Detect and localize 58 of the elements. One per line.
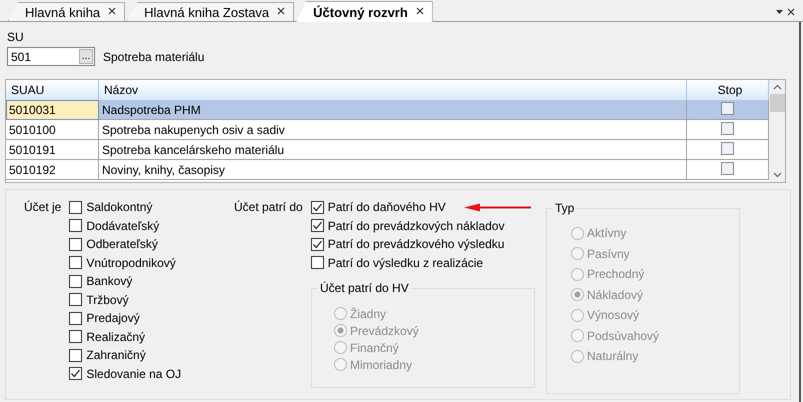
- browse-button[interactable]: ...: [79, 49, 93, 64]
- group-label: Účet patrí do: [234, 200, 303, 216]
- checkbox[interactable]: [69, 312, 82, 324]
- checkbox[interactable]: [721, 102, 734, 118]
- checkbox[interactable]: [69, 348, 82, 362]
- checkbox-label[interactable]: Realizačný: [86, 330, 146, 344]
- checkbox-label[interactable]: Patrí do prevádzkového výsledku: [328, 237, 504, 251]
- checkbox[interactable]: [69, 330, 82, 343]
- close-icon[interactable]: [787, 8, 795, 16]
- checkbox-label[interactable]: Patrí do prevádzkových nákladov: [328, 218, 504, 232]
- checkbox-label[interactable]: Saldokontný: [86, 200, 152, 214]
- dropdown-icon[interactable]: [776, 10, 783, 14]
- checkbox[interactable]: [69, 238, 82, 250]
- checkbox[interactable]: [721, 122, 734, 138]
- table-cell: 5010192: [6, 160, 99, 180]
- tab[interactable]: Hlavná kniha Zostava: [127, 2, 294, 21]
- checkbox[interactable]: [310, 200, 324, 214]
- checkbox-label[interactable]: Zahraničný: [86, 348, 146, 362]
- table-cell: 5010031: [6, 100, 99, 120]
- checkbox[interactable]: [721, 162, 734, 178]
- checkbox[interactable]: [69, 219, 82, 232]
- column-header[interactable]: Stop: [687, 80, 769, 101]
- checkbox[interactable]: [69, 293, 82, 306]
- checkbox-label[interactable]: Sledovanie na OJ: [86, 366, 182, 380]
- checkbox[interactable]: [69, 256, 82, 269]
- checkbox[interactable]: [310, 256, 324, 269]
- checkbox-label[interactable]: Odberateľský: [86, 237, 158, 251]
- checkbox-label[interactable]: Bankový: [86, 274, 132, 288]
- column-header[interactable]: Názov: [99, 80, 687, 101]
- field-label: SU: [7, 30, 25, 44]
- checkbox[interactable]: [69, 367, 82, 380]
- group-title: Typ: [553, 201, 576, 215]
- scrollbar-thumb[interactable]: [770, 94, 784, 112]
- table-cell: Spotreba kancelárskeho materiálu: [99, 140, 687, 160]
- checkbox[interactable]: [721, 142, 734, 158]
- checkbox[interactable]: [69, 200, 82, 214]
- table-cell: 5010191: [6, 140, 99, 160]
- tab[interactable]: Účtovný rozvrh: [296, 1, 433, 22]
- table-cell: Spotreba nakupenych osiv a sadiv: [99, 120, 687, 140]
- checkbox[interactable]: [310, 238, 324, 250]
- scrollbar[interactable]: [769, 80, 785, 182]
- column-header[interactable]: SUAU: [6, 80, 99, 101]
- table-cell: Nadspotreba PHM: [99, 100, 687, 120]
- checkbox-label[interactable]: Patrí do daňového HV: [328, 200, 446, 214]
- input-field[interactable]: 501 ...: [7, 47, 95, 66]
- checkbox[interactable]: [69, 274, 82, 288]
- checkbox[interactable]: [310, 219, 324, 232]
- tab[interactable]: Hlavná kniha: [8, 2, 126, 21]
- checkbox-label[interactable]: Predajový: [86, 311, 140, 325]
- table-cell: 5010100: [6, 120, 99, 140]
- group-title: Účet patrí do HV: [318, 280, 411, 294]
- account-description: Spotreba materiálu: [103, 50, 204, 64]
- checkbox-label[interactable]: Dodávateľský: [86, 218, 160, 232]
- checkbox-label[interactable]: Vnútropodnikový: [86, 256, 176, 270]
- group-label: Účet je: [24, 200, 62, 216]
- checkbox-label[interactable]: Patrí do výsledku z realizácie: [328, 256, 484, 270]
- checkbox-label[interactable]: Tržbový: [86, 292, 129, 306]
- table-cell: Noviny, knihy, časopisy: [99, 160, 687, 180]
